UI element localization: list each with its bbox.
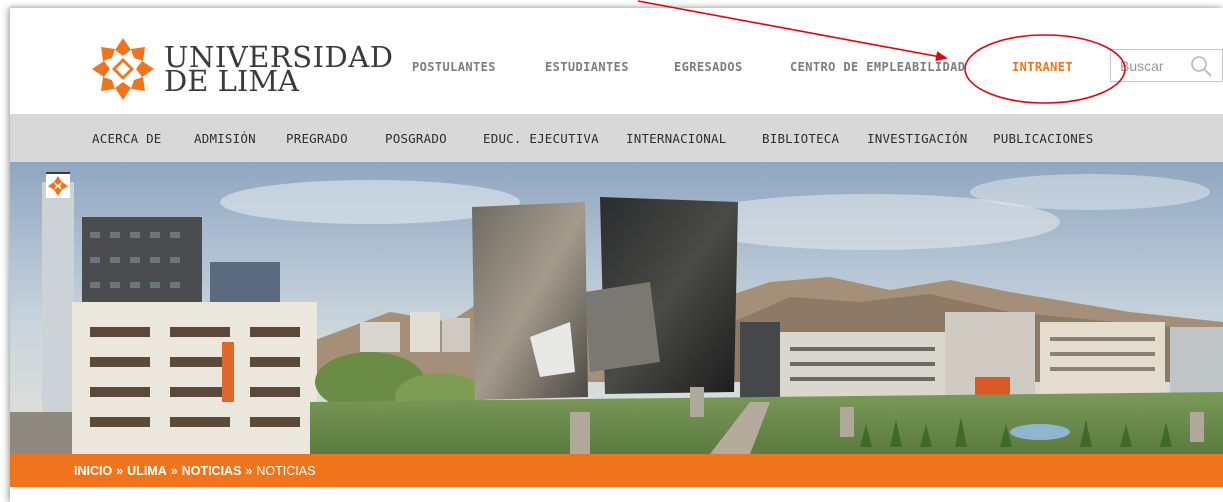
search-input[interactable] [1111, 50, 1189, 81]
mainnav-admision[interactable]: ADMISIÓN [194, 131, 256, 146]
mainnav-publicaciones[interactable]: PUBLICACIONES [993, 131, 1093, 146]
mainnav-educ-ejecutiva[interactable]: EDUC. EJECUTIVA [483, 131, 599, 146]
mainnav-pregrado[interactable]: PREGRADO [286, 131, 348, 146]
search-icon[interactable] [1190, 55, 1212, 77]
browser-page: UNIVERSIDAD DE LIMA POSTULANTES ESTUDIAN… [10, 8, 1223, 502]
mainnav-biblioteca[interactable]: BIBLIOTECA [762, 131, 839, 146]
breadcrumb-current: NOTICIAS [256, 463, 316, 478]
breadcrumb-separator: » [170, 463, 178, 478]
breadcrumb-item-noticias[interactable]: NOTICIAS [182, 464, 242, 478]
mainnav-investigacion[interactable]: INVESTIGACIÓN [867, 131, 967, 146]
breadcrumb-separator: » [245, 463, 253, 478]
main-navigation: ACERCA DE ADMISIÓN PREGRADO POSGRADO EDU… [10, 114, 1223, 162]
topnav-postulantes[interactable]: POSTULANTES [412, 60, 496, 74]
breadcrumb: INICIO » ULIMA » NOTICIAS » NOTICIAS [10, 454, 1223, 487]
topnav-intranet[interactable]: INTRANET [1012, 60, 1073, 74]
top-navigation: POSTULANTES ESTUDIANTES EGRESADOS CENTRO… [10, 60, 1223, 80]
campus-hero-image [10, 162, 1223, 454]
mainnav-internacional[interactable]: INTERNACIONAL [626, 131, 726, 146]
topnav-estudiantes[interactable]: ESTUDIANTES [545, 60, 629, 74]
search-box [1110, 49, 1223, 82]
breadcrumb-separator: » [116, 463, 124, 478]
mainnav-posgrado[interactable]: POSGRADO [385, 131, 447, 146]
site-header: UNIVERSIDAD DE LIMA POSTULANTES ESTUDIAN… [10, 8, 1223, 114]
campus-panorama-illustration [10, 162, 1223, 454]
topnav-egresados[interactable]: EGRESADOS [674, 60, 743, 74]
hero-logo-badge-icon [46, 174, 70, 198]
topnav-centro-empleabilidad[interactable]: CENTRO DE EMPLEABILIDAD [790, 60, 965, 74]
breadcrumb-item-ulima[interactable]: ULIMA [127, 464, 167, 478]
mainnav-acerca-de[interactable]: ACERCA DE [92, 131, 162, 146]
breadcrumb-item-inicio[interactable]: INICIO [74, 464, 112, 478]
